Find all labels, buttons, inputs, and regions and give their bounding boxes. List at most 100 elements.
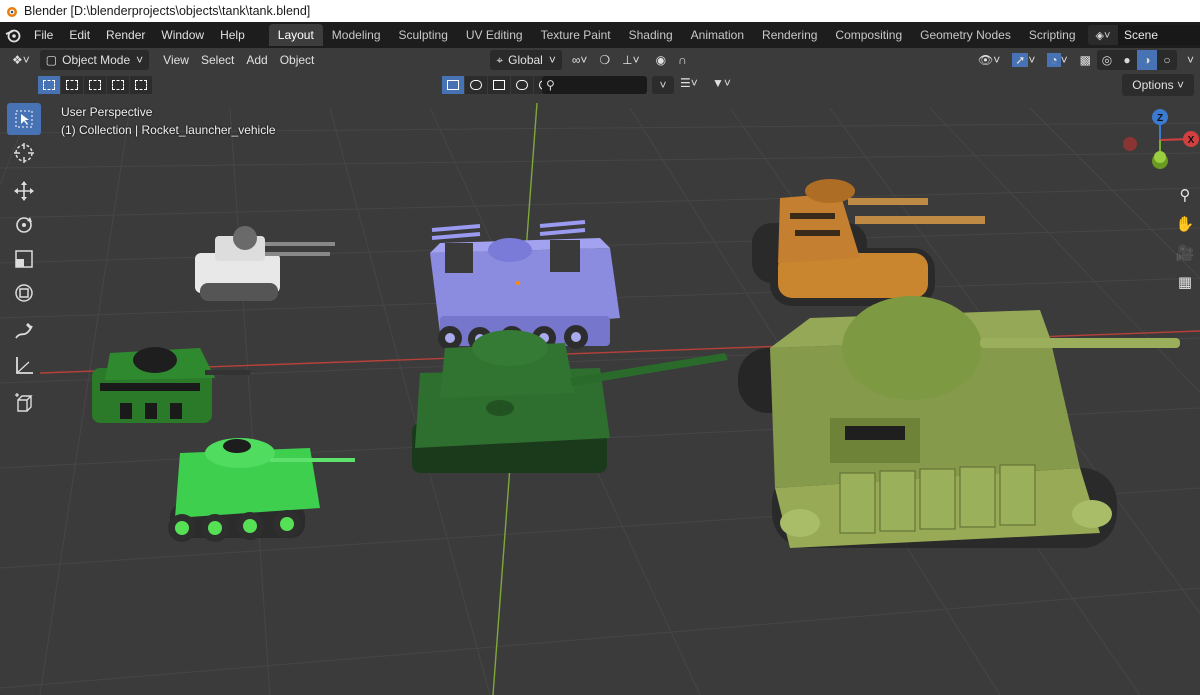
zoom-icon: ⚲ [1179, 187, 1191, 204]
options-button[interactable]: Options ˅ [1122, 74, 1194, 96]
scene-selector: ◈˅ Scene [1088, 24, 1200, 46]
tab-uv-editing[interactable]: UV Editing [457, 24, 532, 46]
blender-logo-icon[interactable] [0, 22, 26, 48]
gizmo-neg-x-axis[interactable] [1123, 137, 1137, 151]
tab-compositing[interactable]: Compositing [826, 24, 911, 46]
viewport-search-input[interactable]: ⚲ [542, 76, 647, 94]
menu-file[interactable]: File [26, 24, 61, 46]
tab-geometry-nodes[interactable]: Geometry Nodes [911, 24, 1020, 46]
chevron-down-icon: ˅ [1176, 78, 1184, 92]
menu-window[interactable]: Window [153, 24, 212, 46]
tool-add-cube[interactable] [7, 387, 41, 419]
select-intersect-button[interactable] [130, 76, 152, 94]
empty-icon [493, 80, 505, 90]
chevron-down-icon: ˅ [136, 53, 144, 67]
filter-button[interactable]: ▼˅ [712, 76, 731, 90]
chevron-down-icon: ˅ [659, 78, 667, 92]
filter-icons-group [442, 76, 557, 94]
menu-render[interactable]: Render [98, 24, 153, 46]
white-tank [195, 226, 335, 301]
viewport-header: ❖˅ ▢ Object Mode ˅ View Select Add Objec… [0, 48, 1200, 72]
tool-annotate[interactable] [7, 315, 41, 347]
scene-icon[interactable]: ◈˅ [1088, 25, 1118, 45]
search-icon: ⚲ [546, 78, 555, 92]
perspective-toggle-button[interactable]: ▦ [1172, 269, 1198, 295]
filter-light-button[interactable] [465, 76, 487, 94]
collapse-toggle[interactable]: ˅ [652, 76, 674, 94]
pan-button[interactable]: ✋ [1172, 211, 1198, 237]
rendered-shading-button[interactable]: ○ [1157, 50, 1177, 70]
dark-green-tank [92, 347, 250, 423]
menu-object[interactable]: Object [274, 50, 321, 70]
tab-animation[interactable]: Animation [682, 24, 753, 46]
editor-type-button[interactable]: ❖˅ [6, 50, 36, 70]
menu-edit[interactable]: Edit [61, 24, 98, 46]
menu-help[interactable]: Help [212, 24, 253, 46]
snap-icon: ❍ [599, 53, 611, 67]
proportional-icon: ◉ [655, 53, 667, 67]
select-new-button[interactable] [38, 76, 60, 94]
scale-icon [15, 250, 33, 268]
proportional-falloff-button[interactable]: ∩ [672, 50, 693, 70]
visibility-button[interactable]: 👁˅ [972, 50, 1006, 70]
select-extend-icon [66, 80, 78, 90]
gizmo-z-label: Z [1157, 113, 1163, 124]
shading-options-button[interactable]: ˅ [1181, 50, 1200, 70]
zoom-button[interactable]: ⚲ [1172, 182, 1198, 208]
filter-empty-button[interactable] [488, 76, 510, 94]
select-subtract-button[interactable] [84, 76, 106, 94]
tool-select-box[interactable] [7, 103, 41, 135]
tool-transform[interactable] [7, 277, 41, 309]
select-subtract-icon [89, 80, 101, 90]
sort-button[interactable]: ☰˅ [680, 76, 698, 90]
annotate-icon [15, 323, 33, 339]
snap-toggle[interactable]: ❍ [593, 50, 616, 70]
tab-sculpting[interactable]: Sculpting [390, 24, 457, 46]
object-mode-icon: ▢ [45, 53, 58, 67]
filter-camera-button[interactable] [511, 76, 533, 94]
wireframe-shading-button[interactable]: ◎ [1097, 50, 1117, 70]
tab-texture-paint[interactable]: Texture Paint [532, 24, 620, 46]
snap-target-button[interactable]: ⊥˅ [616, 50, 645, 70]
navigation-gizmo[interactable]: Z X [1115, 105, 1200, 175]
orientation-selector[interactable]: ⌖ Global ˅ [490, 50, 562, 70]
left-toolbar [5, 103, 43, 421]
menu-add[interactable]: Add [240, 50, 273, 70]
gizmo-toggle[interactable]: ➚ ˅ [1006, 50, 1041, 70]
mode-selector[interactable]: ▢ Object Mode ˅ [39, 50, 150, 70]
chevron-down-icon: ˅ [548, 53, 556, 67]
tab-scripting[interactable]: Scripting [1020, 24, 1085, 46]
mesh-icon [447, 80, 459, 90]
tool-scale[interactable] [7, 243, 41, 275]
scene-name-field[interactable]: Scene [1118, 25, 1200, 45]
tab-modeling[interactable]: Modeling [323, 24, 390, 46]
filter-mesh-button[interactable] [442, 76, 464, 94]
tool-cursor[interactable] [7, 137, 41, 169]
move-icon [14, 181, 34, 201]
orange-tank [752, 179, 985, 306]
camera-view-button[interactable]: 🎥 [1172, 240, 1198, 266]
select-extend-button[interactable] [61, 76, 83, 94]
tab-layout[interactable]: Layout [268, 24, 323, 46]
pivot-icon: ∞˅ [571, 53, 588, 67]
rotate-icon [16, 217, 32, 233]
material-shading-button[interactable]: ◑ [1136, 50, 1157, 70]
xray-toggle[interactable]: ▩ [1074, 50, 1097, 70]
eye-icon: 👁˅ [978, 53, 1001, 67]
tool-rotate[interactable] [7, 209, 41, 241]
menu-view[interactable]: View [157, 50, 195, 70]
pivot-point-button[interactable]: ∞˅ [566, 50, 594, 70]
snap-target-icon: ⊥˅ [622, 53, 640, 67]
proportional-edit-toggle[interactable]: ◉ [650, 50, 672, 70]
tool-move[interactable] [7, 175, 41, 207]
3d-viewport[interactable] [0, 48, 1200, 695]
select-invert-button[interactable] [107, 76, 129, 94]
overlay-toggle[interactable]: ◔ ˅ [1041, 50, 1073, 70]
mode-label: Object Mode [62, 53, 131, 67]
solid-shading-button[interactable]: ● [1117, 50, 1137, 70]
menu-select[interactable]: Select [195, 50, 240, 70]
grid-perspective-icon: ▦ [1177, 274, 1193, 291]
tool-measure[interactable] [7, 349, 41, 381]
tab-rendering[interactable]: Rendering [753, 24, 826, 46]
tab-shading[interactable]: Shading [620, 24, 682, 46]
